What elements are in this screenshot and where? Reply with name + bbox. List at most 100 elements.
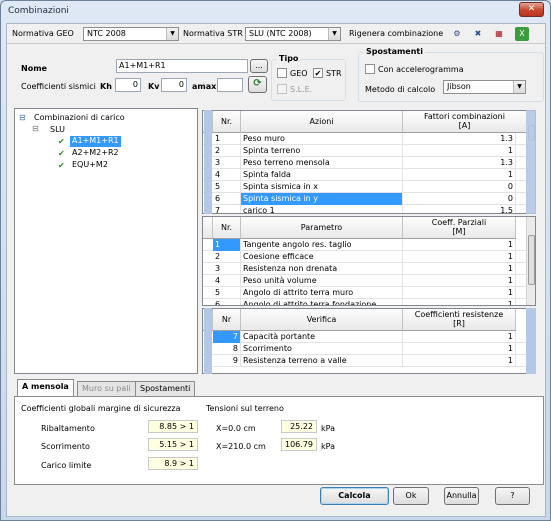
str-checkbox[interactable]: ✔ [313,68,323,78]
tab-a-mensola[interactable]: A mensola [17,379,74,396]
cell-value[interactable]: 0 [403,181,516,193]
cell-nr[interactable]: 3 [213,157,241,169]
nome-input[interactable]: A1+M1+R1 [116,59,248,73]
cell-nr[interactable]: 3 [213,263,241,275]
cell-value[interactable]: 1 [403,355,516,367]
normativa-geo-select[interactable]: NTC 2008 ▼ [83,27,179,41]
table-row[interactable]: 2 Spinta terreno 1 [203,145,526,157]
calcola-button[interactable]: Calcola [320,487,389,505]
table-row[interactable]: 7 Capacità portante 1 [203,331,526,343]
cell-nr[interactable]: 4 [213,169,241,181]
table-row[interactable]: 1 Peso muro 1.3 [203,133,526,145]
cell-name[interactable]: Spinta falda [241,169,403,181]
cell-name[interactable]: Resistenza non drenata [241,263,403,275]
table-row[interactable]: 6 Spinta sismica in y0 [203,193,526,205]
cell-value[interactable]: 1 [403,145,516,157]
cell-nr[interactable]: 5 [213,181,241,193]
cell-nr[interactable]: 9 [213,355,241,367]
help-button[interactable]: ? [495,487,530,505]
tree-settings-icon[interactable]: ⚙ [450,27,464,41]
cell-value[interactable]: 1.5 [403,205,516,213]
close-button[interactable]: ✕ [519,2,544,17]
annulla-button[interactable]: Annulla [444,487,479,505]
cell-nr[interactable]: 6 [213,193,241,205]
refresh-icon[interactable]: ⟳ [248,76,267,93]
table-row[interactable]: 1 Tangente angolo res. taglio 1 [203,239,526,251]
tree-item-a2m2r2[interactable]: A2+M2+R2 [72,148,119,157]
column-header-coeff-parziali[interactable]: Coeff. Parziali [M] [403,217,516,239]
cell-value[interactable]: 1 [403,263,516,275]
cell-value[interactable]: 1 [403,169,516,181]
cell-value[interactable]: 1 [403,343,516,355]
table-row[interactable]: 3 Peso terreno mensola 1.3 [203,157,526,169]
cell-nr[interactable]: 1 [213,133,241,145]
cell-nr[interactable]: 5 [213,287,241,299]
metodo-calcolo-select[interactable]: Jibson ▼ [443,80,526,94]
cell-nr[interactable]: 4 [213,275,241,287]
tree-collapse-icon[interactable]: ⊟ [32,124,39,133]
ok-button[interactable]: Ok [393,487,429,505]
table-row[interactable]: 5 Angolo di attrito terra muro 1 [203,287,526,299]
parametri-scrollbar[interactable] [526,217,535,305]
cell-value[interactable]: 1 [403,239,516,251]
table-row[interactable]: 5 Spinta sismica in x0 [203,181,526,193]
cell-nr[interactable]: 2 [213,251,241,263]
column-header-coeff-resistenze[interactable]: Coefficienti resistenze [R] [403,309,516,331]
cell-nr[interactable]: 1 [213,239,241,251]
kh-input[interactable]: 0 [115,78,141,92]
cell-nr[interactable]: 7 [213,331,241,343]
column-header-nr[interactable]: Nr [213,309,241,331]
delete-icon[interactable]: ✖ [471,27,485,41]
cell-nr[interactable]: 7 [213,205,241,213]
tab-spostamenti[interactable]: Spostamenti [135,381,196,396]
column-header-azioni[interactable]: Azioni [241,111,403,133]
table-row[interactable]: 2 Coesione efficace 1 [203,251,526,263]
grid-icon[interactable]: ▦ [492,27,506,41]
table-row[interactable]: 9 Resistenza terreno a valle 1 [203,355,526,367]
cell-value[interactable]: 1 [403,299,516,305]
cell-name[interactable]: Peso terreno mensola [241,157,403,169]
tab-muro-su-pali[interactable]: Muro su pali [77,381,136,396]
cell-name[interactable]: Tangente angolo res. taglio [241,239,403,251]
accelerogramma-checkbox[interactable] [365,64,375,74]
cell-value[interactable]: 1 [403,275,516,287]
cell-nr[interactable]: 6 [213,299,241,305]
cell-name[interactable]: Spinta sismica in y [241,193,403,205]
column-header-nr[interactable]: Nr. [213,217,241,239]
cell-name[interactable]: Spinta terreno [241,145,403,157]
tree-item-a1m1r1[interactable]: A1+M1+R1 [70,136,121,147]
cell-value[interactable]: 0 [403,193,516,205]
cell-value[interactable]: 1 [403,287,516,299]
cell-name[interactable]: Angolo di attrito terra fondazione [241,299,403,305]
cell-name[interactable]: Scorrimento [241,343,403,355]
tree-group-slu[interactable]: SLU [50,125,65,134]
cell-nr[interactable]: 2 [213,145,241,157]
scroll-thumb[interactable] [528,235,535,285]
cell-nr[interactable]: 8 [213,343,241,355]
kv-input[interactable]: 0 [161,78,187,92]
sle-checkbox[interactable] [277,84,287,94]
tree-root[interactable]: Combinazioni di carico [34,113,125,122]
table-row[interactable]: 8 Scorrimento 1 [203,343,526,355]
column-header-parametro[interactable]: Parametro [241,217,403,239]
tree-item-equm2[interactable]: EQU+M2 [72,160,108,169]
column-header-fattori[interactable]: Fattori combinazioni [A] [403,111,527,133]
amax-input[interactable] [217,78,243,92]
cell-value[interactable]: 1.3 [403,157,516,169]
table-row[interactable]: 4 Peso unità volume 1 [203,275,526,287]
geo-checkbox[interactable] [277,68,287,78]
table-row[interactable]: 3 Resistenza non drenata 1 [203,263,526,275]
column-header-verifica[interactable]: Verifica [241,309,403,331]
cell-name[interactable]: Coesione efficace [241,251,403,263]
cell-name[interactable]: Peso muro [241,133,403,145]
cell-name[interactable]: Peso unità volume [241,275,403,287]
cell-name[interactable]: carico 1 [241,205,403,213]
cell-value[interactable]: 1.3 [403,133,516,145]
cell-name[interactable]: Capacità portante [241,331,403,343]
cell-name[interactable]: Angolo di attrito terra muro [241,287,403,299]
browse-button[interactable]: ... [250,59,268,73]
cell-value[interactable]: 1 [403,251,516,263]
normativa-str-select[interactable]: SLU (NTC 2008) ▼ [245,27,341,41]
table-row[interactable]: 4 Spinta falda 1 [203,169,526,181]
table-row[interactable]: 7 carico 1 1.5 [203,205,526,213]
